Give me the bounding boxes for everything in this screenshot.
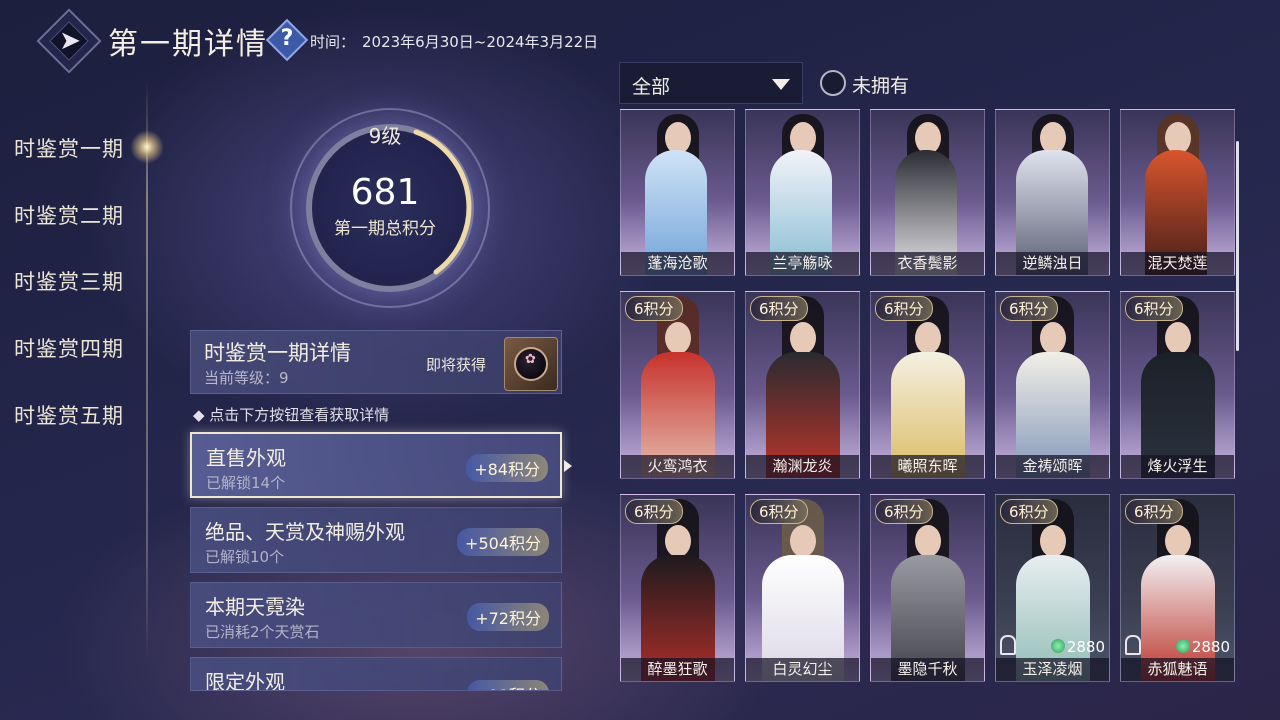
outfit-name: 火鸾鸿衣 [621, 455, 734, 478]
category-points: +504积分 [457, 528, 549, 556]
outfit-card[interactable]: 6积分 曦照东晖 [870, 291, 985, 479]
total-score: 681 [350, 172, 420, 213]
outfit-price: 2880 [1066, 638, 1105, 656]
current-level: 当前等级：9 [204, 369, 289, 387]
total-score-label: 第一期总积分 [334, 219, 436, 239]
detail-title: 时鉴赏一期详情 [204, 341, 351, 365]
unowned-label[interactable]: 未拥有 [852, 71, 909, 98]
unowned-radio[interactable] [820, 70, 846, 96]
outfit-name: 逆鳞浊日 [996, 252, 1109, 275]
points-badge: 6积分 [625, 296, 683, 321]
outfit-name: 醉墨狂歌 [621, 658, 734, 681]
points-badge: 6积分 [1125, 499, 1183, 524]
outfit-name: 赤狐魅语 [1121, 658, 1234, 681]
outfit-card[interactable]: 6积分 2880 玉泽凌烟 [995, 494, 1110, 682]
hint-text: ◆ 点击下方按钮查看获取详情 [193, 406, 390, 424]
outfit-name: 烽火浮生 [1121, 455, 1234, 478]
points-badge: 6积分 [1000, 499, 1058, 524]
lock-icon [1125, 635, 1141, 655]
outfit-name: 瀚渊龙炎 [746, 455, 859, 478]
time-range: 2023年6月30日~2024年3月22日 [362, 33, 599, 51]
points-badge: 6积分 [750, 499, 808, 524]
category-points: +21积分 [467, 680, 549, 690]
points-badge: 6积分 [750, 296, 808, 321]
points-badge: 6积分 [875, 499, 933, 524]
chevron-down-icon [772, 79, 790, 90]
points-badge: 6积分 [1000, 296, 1058, 321]
outfit-card[interactable]: 6积分 白灵幻尘 [745, 494, 860, 682]
upcoming-reward-label: 即将获得 [426, 356, 487, 374]
page-title: 第一期详情 [108, 27, 268, 62]
category-points: +84积分 [466, 454, 548, 482]
level-text: 9级 [368, 124, 402, 148]
outfit-card[interactable]: 衣香鬓影 [870, 109, 985, 276]
outfit-name: 兰亭觞咏 [746, 252, 859, 275]
outfit-name: 金祷颂晖 [996, 455, 1109, 478]
outfit-card[interactable]: 蓬海沧歌 [620, 109, 735, 276]
nav-item-period-4[interactable]: 时鉴赏四期 [14, 333, 124, 363]
nav-item-period-5[interactable]: 时鉴赏五期 [14, 400, 124, 430]
outfit-card[interactable]: 逆鳞浊日 [995, 109, 1110, 276]
outfit-card[interactable]: 6积分 2880 赤狐魅语 [1120, 494, 1235, 682]
outfit-card[interactable]: 6积分 火鸾鸿衣 [620, 291, 735, 479]
outfit-card[interactable]: 兰亭觞咏 [745, 109, 860, 276]
category-title: 直售外观 [206, 446, 286, 470]
category-limited-button[interactable]: 限定外观 +21积分 [190, 657, 562, 691]
jade-currency-icon [1176, 639, 1190, 653]
outfit-card[interactable]: 6积分 金祷颂晖 [995, 291, 1110, 479]
category-dye-button[interactable]: 本期天霓染 已消耗2个天赏石 +72积分 [190, 582, 562, 648]
category-premium-button[interactable]: 绝品、天赏及神赐外观 已解锁10个 +504积分 [190, 507, 562, 573]
category-subtitle: 已解锁14个 [206, 474, 286, 492]
nav-divider [146, 80, 148, 660]
category-title: 本期天霓染 [205, 595, 305, 619]
points-badge: 6积分 [875, 296, 933, 321]
lock-icon [1000, 635, 1016, 655]
points-badge: 6积分 [625, 499, 683, 524]
upcoming-reward-icon[interactable]: ✿ [504, 337, 558, 391]
filter-dropdown[interactable]: 全部 [619, 62, 803, 104]
outfit-name: 曦照东晖 [871, 455, 984, 478]
nav-item-period-1[interactable]: 时鉴赏一期 [14, 133, 124, 163]
outfit-card[interactable]: 6积分 瀚渊龙炎 [745, 291, 860, 479]
category-subtitle: 已解锁10个 [205, 548, 285, 566]
outfit-card[interactable]: 混天焚莲 [1120, 109, 1235, 276]
category-title: 绝品、天赏及神赐外观 [205, 520, 405, 544]
nav-item-period-3[interactable]: 时鉴赏三期 [14, 266, 124, 296]
jade-currency-icon [1051, 639, 1065, 653]
nav-active-indicator-icon [130, 130, 164, 164]
outfit-price: 2880 [1191, 638, 1230, 656]
grid-scrollbar[interactable] [1236, 141, 1239, 351]
outfit-card[interactable]: 6积分 烽火浮生 [1120, 291, 1235, 479]
category-points: +72积分 [467, 603, 549, 631]
outfit-name: 玉泽凌烟 [996, 658, 1109, 681]
back-arrow-icon[interactable]: ➤ [54, 26, 86, 56]
outfit-card[interactable]: 6积分 墨隐千秋 [870, 494, 985, 682]
points-badge: 6积分 [1125, 296, 1183, 321]
category-title: 限定外观 [205, 670, 285, 691]
help-question-icon[interactable]: ? [272, 24, 302, 54]
nav-item-period-2[interactable]: 时鉴赏二期 [14, 200, 124, 230]
category-subtitle: 已消耗2个天赏石 [205, 623, 320, 641]
outfit-name: 墨隐千秋 [871, 658, 984, 681]
outfit-grid: 蓬海沧歌 兰亭觞咏 衣香鬓影 逆鳞浊日 混天焚莲 6积分 火鸾鸿衣 6积分 瀚渊… [617, 109, 1239, 691]
outfit-name: 白灵幻尘 [746, 658, 859, 681]
outfit-name: 衣香鬓影 [871, 252, 984, 275]
selected-arrow-icon [564, 460, 572, 472]
outfit-card[interactable]: 6积分 醉墨狂歌 [620, 494, 735, 682]
category-direct-sale-button[interactable]: 直售外观 已解锁14个 +84积分 [190, 432, 562, 498]
time-label: 时间： [310, 33, 356, 51]
outfit-name: 混天焚莲 [1121, 252, 1234, 275]
outfit-name: 蓬海沧歌 [621, 252, 734, 275]
filter-selected-value: 全部 [632, 76, 671, 98]
